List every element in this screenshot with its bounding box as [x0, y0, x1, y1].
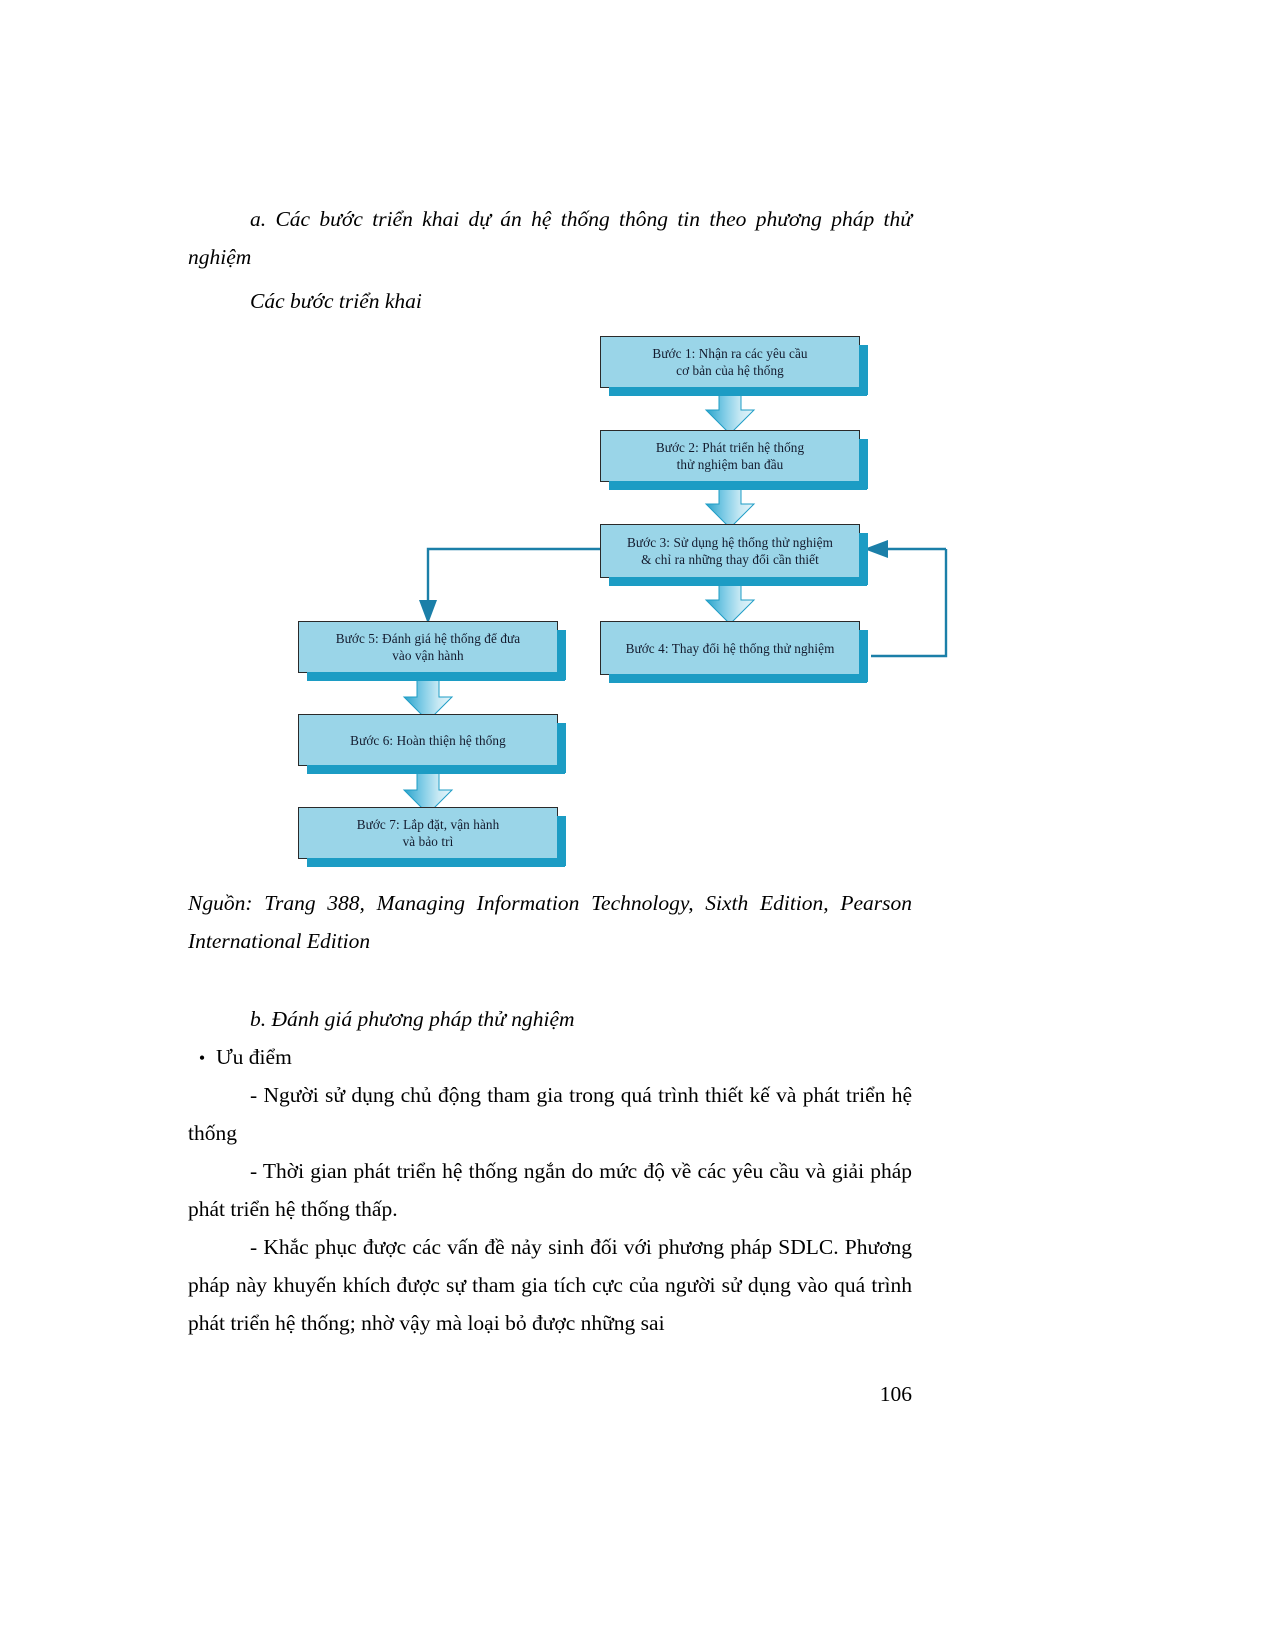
bullet-label: Ưu điểm — [216, 1045, 292, 1069]
flow-node-buoc6[interactable]: Bước 6: Hoàn thiện hệ thống — [298, 714, 566, 774]
feedback-loop-arrowhead — [864, 540, 946, 558]
heading-a-text: a. Các bước triển khai dự án hệ thống th… — [188, 207, 912, 269]
paragraph-block-1: - Người sử dụng chủ động tham gia trong … — [188, 1076, 912, 1152]
flow-node-buoc3-line1: Bước 3: Sử dụng hệ thống thử nghiệm — [627, 535, 833, 550]
branch-buoc3-to-buoc5 — [426, 547, 600, 610]
figure-prototyping-flowchart: Bước 1: Nhận ra các yêu cầu cơ bản của h… — [188, 318, 973, 876]
bullet-advantages: • Ưu điểm — [188, 1038, 912, 1077]
flow-node-buoc4[interactable]: Bước 4: Thay đổi hệ thống thử nghiệm — [600, 621, 868, 683]
subheading-text: Các bước triển khai — [250, 289, 422, 313]
flow-node-buoc7-line2: và bảo trì — [402, 834, 454, 849]
paragraph-2: - Thời gian phát triển hệ thống ngắn do … — [188, 1159, 912, 1221]
flow-node-buoc7-line1: Bước 7: Lắp đặt, vận hành — [356, 817, 500, 832]
flow-node-buoc2-line2: thử nghiệm ban đầu — [676, 457, 784, 472]
flow-node-buoc7[interactable]: Bước 7: Lắp đặt, vận hành và bảo trì — [298, 807, 566, 867]
list-item: • Ưu điểm — [188, 1038, 912, 1077]
paragraph-block-3: - Khắc phục được các vấn đề nảy sinh đối… — [188, 1228, 912, 1342]
flow-node-buoc4-line1: Bước 4: Thay đổi hệ thống thử nghiệm — [625, 640, 835, 656]
figure-source-caption: Nguồn: Trang 388, Managing Information T… — [188, 891, 912, 953]
flow-node-buoc2-line1: Bước 2: Phát triển hệ thống — [655, 440, 805, 455]
flow-node-buoc1[interactable]: Bước 1: Nhận ra các yêu cầu cơ bản của h… — [600, 336, 868, 396]
page-number-block: 106 — [188, 1375, 912, 1413]
flow-node-buoc5-line2: vào vận hành — [392, 648, 464, 663]
paragraph-1: - Người sử dụng chủ động tham gia trong … — [188, 1083, 912, 1145]
heading-b-text: b. Đánh giá phương pháp thử nghiệm — [250, 1007, 575, 1031]
flow-node-buoc2[interactable]: Bước 2: Phát triển hệ thống thử nghiệm b… — [600, 430, 868, 490]
feedback-loop-buoc4-to-buoc3 — [871, 549, 948, 658]
figure-connectors — [402, 385, 948, 815]
flow-node-buoc6-line1: Bước 6: Hoàn thiện hệ thống — [350, 732, 506, 748]
flow-node-buoc3-line2: & chỉ ra những thay đổi cần thiết — [641, 552, 819, 567]
page-number: 106 — [879, 1382, 912, 1406]
bullet-marker-icon: • — [198, 1048, 206, 1068]
flow-node-buoc1-line2: cơ bản của hệ thống — [676, 363, 784, 378]
document-page: a. Các bước triển khai dự án hệ thống th… — [0, 0, 1274, 1649]
flow-node-buoc5[interactable]: Bước 5: Đánh giá hệ thống để đưa vào vận… — [298, 621, 566, 681]
flow-node-buoc3[interactable]: Bước 3: Sử dụng hệ thống thử nghiệm & ch… — [600, 524, 868, 586]
figure-source-caption-block: Nguồn: Trang 388, Managing Information T… — [188, 884, 912, 960]
flow-node-buoc1-line1: Bước 1: Nhận ra các yêu cầu — [652, 346, 808, 361]
flow-node-buoc5-line1: Bước 5: Đánh giá hệ thống để đưa — [335, 631, 521, 646]
paragraph-block-2: - Thời gian phát triển hệ thống ngắn do … — [188, 1152, 912, 1228]
paragraph-3: - Khắc phục được các vấn đề nảy sinh đối… — [188, 1235, 912, 1335]
heading-section-b: b. Đánh giá phương pháp thử nghiệm — [188, 1000, 912, 1038]
subheading-section: Các bước triển khai — [188, 282, 912, 320]
heading-section-a: a. Các bước triển khai dự án hệ thống th… — [188, 200, 912, 276]
